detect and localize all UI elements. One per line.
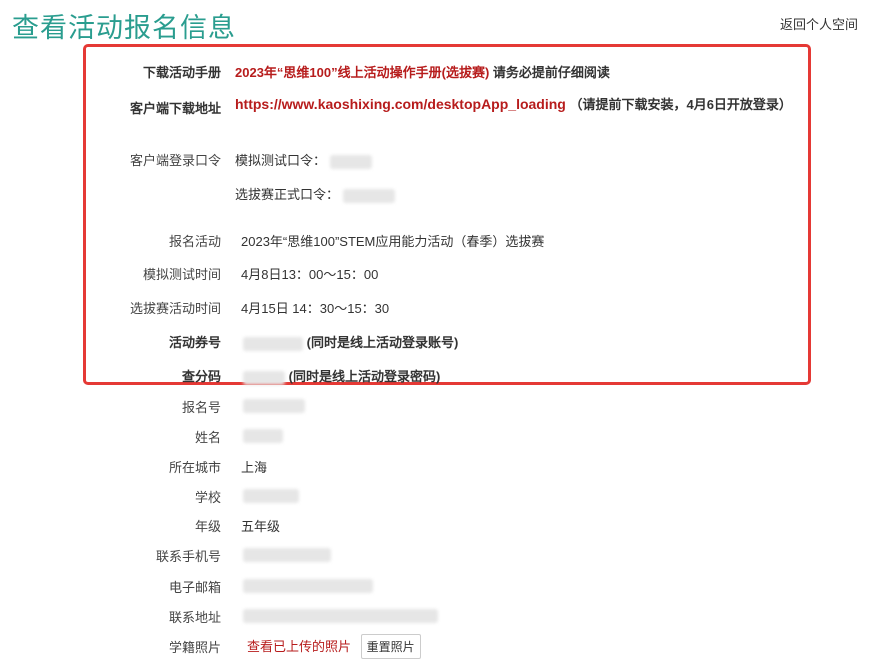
phone-redacted [243, 547, 331, 562]
view-photo-link[interactable]: 查看已上传的照片 [247, 639, 351, 654]
client-download-note: （请提前下载安装，4月6日开放登录） [569, 97, 792, 112]
reg-no-redacted [243, 398, 305, 413]
activity-label: 报名活动 [168, 234, 221, 249]
voucher-redacted [243, 336, 303, 351]
city-label: 所在城市 [168, 460, 221, 475]
client-download-label: 客户端下载地址 [129, 101, 221, 116]
score-code-label: 查分码 [181, 369, 221, 384]
voucher-label: 活动券号 [168, 335, 221, 350]
name-redacted [243, 428, 283, 443]
school-label: 学校 [194, 490, 221, 505]
login-codes-label: 客户端登录口令 [129, 153, 221, 168]
address-label: 联系地址 [168, 610, 221, 625]
back-to-profile-link[interactable]: 返回个人空间 [780, 14, 858, 33]
mock-time-label: 模拟测试时间 [142, 267, 221, 282]
client-download-url[interactable]: https://www.kaoshixing.com/desktopApp_lo… [235, 96, 566, 112]
photo-label: 学籍照片 [168, 640, 221, 655]
grade-value: 五年级 [241, 519, 281, 534]
final-time-value: 4月15日 14：30～15：30 [241, 301, 390, 316]
phone-label: 联系手机号 [155, 549, 221, 564]
final-code-redacted [342, 188, 395, 203]
score-code-redacted [243, 370, 285, 385]
name-label: 姓名 [194, 430, 221, 445]
address-redacted [243, 608, 438, 623]
mock-code-redacted [329, 154, 372, 169]
city-value: 上海 [241, 460, 268, 475]
reset-photo-button[interactable]: 重置照片 [360, 634, 421, 659]
manual-download-link[interactable]: 2023年“思维100”线上活动操作手册(选拔赛) [235, 65, 489, 80]
mock-time-value: 4月8日13：00～15：00 [241, 267, 379, 282]
grade-label: 年级 [194, 519, 221, 534]
email-label: 电子邮箱 [168, 580, 221, 595]
activity-value: 2023年“思维100”STEM应用能力活动（春季）选拔赛 [241, 234, 545, 249]
page-title: 查看活动报名信息 [12, 13, 236, 43]
final-time-label: 选拔赛活动时间 [129, 301, 221, 316]
voucher-note: (同时是线上活动登录账号) [306, 335, 459, 350]
manual-label: 下载活动手册 [142, 65, 221, 80]
school-redacted [243, 488, 299, 503]
final-code-label: 选拔赛正式口令： [235, 187, 340, 202]
mock-code-label: 模拟测试口令： [235, 153, 327, 168]
reg-no-label: 报名号 [181, 400, 221, 415]
score-code-note: (同时是线上活动登录密码) [288, 369, 441, 384]
email-redacted [243, 578, 373, 593]
manual-note: 请务必提前仔细阅读 [492, 65, 610, 80]
